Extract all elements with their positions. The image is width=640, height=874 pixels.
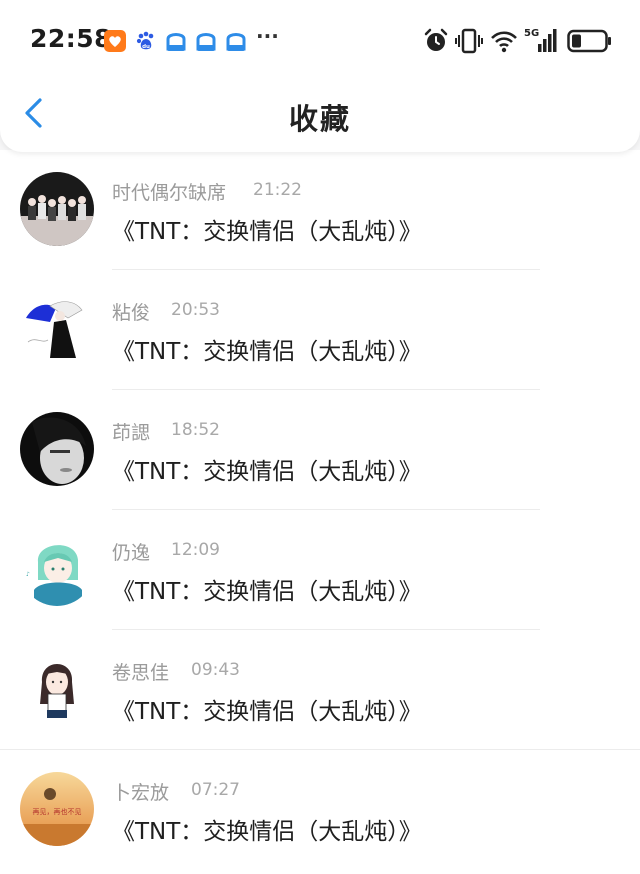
favorites-list: 时代偶尔缺席 21:22 《TNT：交换情侣（大乱炖）》 粘俊 20:53 《T… bbox=[0, 150, 640, 874]
article-title: 《TNT：交换情侣（大乱炖）》 bbox=[112, 459, 422, 485]
avatar: ♪ bbox=[20, 532, 94, 606]
article-title: 《TNT：交换情侣（大乱炖）》 bbox=[112, 819, 422, 845]
timestamp: 12:09 bbox=[171, 540, 220, 560]
article-title: 《TNT：交换情侣（大乱炖）》 bbox=[112, 339, 422, 365]
status-time: 22:58 bbox=[30, 24, 113, 53]
signal-icon: 5G bbox=[524, 28, 557, 52]
timestamp: 21:22 bbox=[253, 180, 302, 200]
taobao-notification-icon bbox=[104, 30, 126, 52]
svg-text:♪: ♪ bbox=[26, 571, 30, 578]
timestamp: 20:53 bbox=[171, 300, 220, 320]
timestamp: 18:52 bbox=[171, 420, 220, 440]
list-item[interactable]: 再见，再也不见 卜宏放 07:27 《TNT：交换情侣（大乱炖）》 bbox=[0, 750, 640, 870]
list-item[interactable]: 粘俊 20:53 《TNT：交换情侣（大乱炖）》 bbox=[0, 270, 640, 390]
article-title: 《TNT：交换情侣（大乱炖）》 bbox=[112, 579, 422, 605]
list-item[interactable]: 时代偶尔缺席 21:22 《TNT：交换情侣（大乱炖）》 bbox=[0, 150, 640, 270]
list-item[interactable]: ♪ 仍逸 12:09 《TNT：交换情侣（大乱炖）》 bbox=[0, 510, 640, 630]
user-name: 卷思佳 bbox=[112, 662, 170, 684]
navigation-bar: 收藏 bbox=[0, 82, 640, 148]
user-name: 卜宏放 bbox=[112, 782, 170, 804]
network-type-label: 5G bbox=[524, 28, 539, 39]
battery-icon bbox=[567, 29, 611, 53]
vibrate-icon bbox=[455, 28, 483, 54]
avatar bbox=[20, 652, 94, 726]
app-notification-icon bbox=[196, 33, 216, 51]
avatar: 再见，再也不见 bbox=[20, 772, 94, 846]
svg-text:du: du bbox=[142, 44, 150, 50]
user-name: 粘俊 bbox=[112, 302, 151, 324]
page-title: 收藏 bbox=[288, 102, 351, 136]
timestamp: 09:43 bbox=[191, 660, 240, 680]
avatar bbox=[20, 292, 94, 366]
app-header: 22:58 du ··· 5G 收藏 bbox=[0, 0, 640, 152]
baidu-notification-icon: du bbox=[136, 31, 154, 50]
alarm-icon bbox=[424, 28, 448, 51]
article-title: 《TNT：交换情侣（大乱炖）》 bbox=[112, 699, 422, 725]
app-notification-icon bbox=[226, 33, 246, 51]
status-bar: 22:58 du ··· 5G bbox=[0, 20, 640, 62]
avatar bbox=[20, 412, 94, 486]
user-name: 茚諰 bbox=[112, 422, 151, 444]
avatar bbox=[20, 172, 94, 246]
timestamp: 07:27 bbox=[191, 780, 240, 800]
user-name: 时代偶尔缺席 bbox=[112, 182, 227, 204]
wifi-icon bbox=[491, 31, 517, 53]
list-item[interactable]: 茚諰 18:52 《TNT：交换情侣（大乱炖）》 bbox=[0, 390, 640, 510]
more-notifications-icon: ··· bbox=[256, 24, 279, 48]
app-notification-icon bbox=[166, 33, 186, 51]
avatar-caption: 再见，再也不见 bbox=[33, 807, 82, 816]
user-name: 仍逸 bbox=[112, 542, 151, 564]
list-item[interactable]: 卷思佳 09:43 《TNT：交换情侣（大乱炖）》 bbox=[0, 630, 640, 750]
article-title: 《TNT：交换情侣（大乱炖）》 bbox=[112, 219, 422, 245]
